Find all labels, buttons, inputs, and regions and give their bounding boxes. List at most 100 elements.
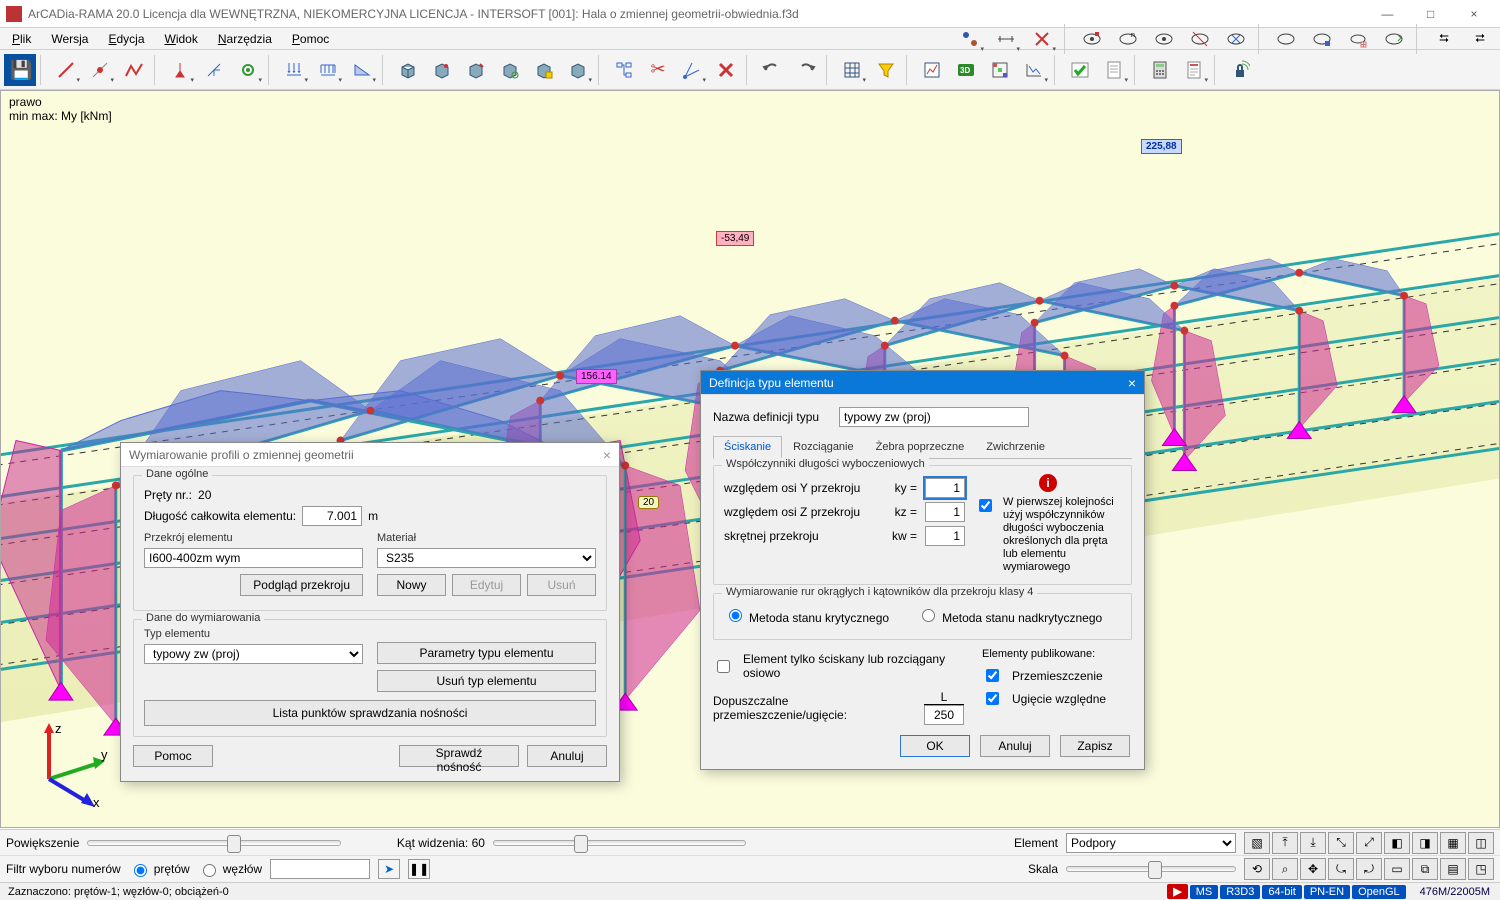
rb-3-icon[interactable]: ✥: [1300, 858, 1326, 880]
vis-group-1-icon[interactable]: ▾: [954, 23, 986, 55]
dialog-dim-close-icon[interactable]: ×: [603, 447, 611, 463]
radio-supercritical[interactable]: [922, 609, 935, 622]
cube-1-icon[interactable]: [392, 54, 424, 86]
draw-point-icon[interactable]: ▾: [84, 54, 116, 86]
eye-2-icon[interactable]: n: [1112, 23, 1144, 55]
undo-icon[interactable]: [756, 54, 788, 86]
rt-6-icon[interactable]: ◧: [1384, 832, 1410, 854]
rb-5-icon[interactable]: ⤾: [1356, 858, 1382, 880]
collapse-left-icon[interactable]: ⮀: [1428, 23, 1460, 55]
type-params-button[interactable]: Parametry typu elementu: [377, 642, 596, 664]
check-capacity-button[interactable]: Sprawdź nośność: [399, 745, 519, 767]
menu-narzedzia[interactable]: Narzędzia: [210, 30, 280, 48]
close-window-button[interactable]: ×: [1454, 4, 1494, 24]
type-delete-button[interactable]: Usuń typ elementu: [377, 670, 596, 692]
priority-coef-checkbox[interactable]: [979, 499, 992, 512]
rt-2-icon[interactable]: ⤒: [1272, 832, 1298, 854]
eye-3-icon[interactable]: [1148, 23, 1180, 55]
tree-icon[interactable]: [608, 54, 640, 86]
tab-sciskanie[interactable]: Ściskanie: [713, 436, 782, 459]
filter-pause-icon[interactable]: ❚❚: [408, 859, 430, 879]
ky-field[interactable]: [925, 478, 965, 498]
rb-9-icon[interactable]: ◳: [1468, 858, 1494, 880]
section-field[interactable]: [144, 548, 363, 568]
menu-edycja[interactable]: Edycja: [100, 30, 152, 48]
funnel-icon[interactable]: [870, 54, 902, 86]
eye-1-icon[interactable]: [1076, 23, 1108, 55]
publ-defl-checkbox[interactable]: [986, 692, 999, 705]
maximize-button[interactable]: □: [1411, 4, 1451, 24]
def-name-field[interactable]: [839, 407, 1029, 427]
lock-wifi-icon[interactable]: [1224, 54, 1256, 86]
material-select[interactable]: S235: [377, 548, 596, 568]
def-save-button[interactable]: Zapisz: [1060, 735, 1130, 757]
eye-8-icon[interactable]: [1378, 23, 1410, 55]
fov-slider[interactable]: [493, 840, 747, 846]
support-icon[interactable]: ▾: [164, 54, 196, 86]
rt-7-icon[interactable]: ◨: [1412, 832, 1438, 854]
zoom-slider[interactable]: [87, 840, 341, 846]
grid-color-icon[interactable]: [984, 54, 1016, 86]
rt-8-icon[interactable]: ▦: [1440, 832, 1466, 854]
eye-7-icon[interactable]: [1306, 23, 1338, 55]
collapse-right-icon[interactable]: ⮂: [1464, 23, 1496, 55]
menu-wersja[interactable]: Wersja: [43, 30, 96, 48]
filter-go-icon[interactable]: ➤: [378, 859, 400, 879]
check-icon[interactable]: [1064, 54, 1096, 86]
vis-delete-icon[interactable]: ▾: [1026, 23, 1058, 55]
kw-field[interactable]: [925, 526, 965, 546]
filter-input[interactable]: [270, 859, 370, 879]
rt-9-icon[interactable]: ◫: [1468, 832, 1494, 854]
chart-icon[interactable]: [916, 54, 948, 86]
rb-4-icon[interactable]: ⤿: [1328, 858, 1354, 880]
draw-polyline-icon[interactable]: [118, 54, 150, 86]
menu-plik[interactable]: Plik: [4, 30, 39, 48]
tab-rozciaganie[interactable]: Rozciąganie: [782, 436, 865, 459]
cube-6-icon[interactable]: ▾: [562, 54, 594, 86]
axial-only-checkbox[interactable]: [717, 660, 730, 673]
eye-6-icon[interactable]: [1270, 23, 1302, 55]
draw-line-red-icon[interactable]: ▾: [50, 54, 82, 86]
filter-bars-radio[interactable]: [134, 864, 147, 877]
scissors-icon[interactable]: ✂: [642, 54, 674, 86]
load-arrows-icon[interactable]: ▾: [278, 54, 310, 86]
report-icon[interactable]: ▾: [1178, 54, 1210, 86]
material-edit-button[interactable]: Edytuj: [452, 574, 521, 596]
rb-7-icon[interactable]: ⧉: [1412, 858, 1438, 880]
eye-5-icon[interactable]: [1220, 23, 1252, 55]
rt-1-icon[interactable]: ▧: [1244, 832, 1270, 854]
rb-8-icon[interactable]: ▤: [1440, 858, 1466, 880]
disp-denominator-field[interactable]: [924, 705, 964, 725]
scale-slider[interactable]: [1066, 866, 1236, 872]
table-icon[interactable]: ▾: [836, 54, 868, 86]
gear-icon[interactable]: ▾: [232, 54, 264, 86]
cube-5-icon[interactable]: [528, 54, 560, 86]
rb-1-icon[interactable]: ⟲: [1244, 858, 1270, 880]
dim-cancel-button[interactable]: Anuluj: [527, 745, 607, 767]
radio-critical[interactable]: [729, 609, 742, 622]
section-preview-button[interactable]: Podgląd przekroju: [240, 574, 363, 596]
tab-zebra[interactable]: Żebra poprzeczne: [865, 436, 976, 459]
calculator-icon[interactable]: [1144, 54, 1176, 86]
help-button[interactable]: Pomoc: [133, 745, 213, 767]
cube-4-icon[interactable]: [494, 54, 526, 86]
chart-down-icon[interactable]: ▾: [1018, 54, 1050, 86]
element-combo[interactable]: Podpory: [1066, 833, 1236, 853]
eye-4-icon[interactable]: [1184, 23, 1216, 55]
rt-5-icon[interactable]: ⤢: [1356, 832, 1382, 854]
badge-3d-icon[interactable]: 3D: [950, 54, 982, 86]
publ-disp-checkbox[interactable]: [986, 669, 999, 682]
tab-zwichrzenie[interactable]: Zwichrzenie: [975, 436, 1056, 459]
rt-3-icon[interactable]: ⤓: [1300, 832, 1326, 854]
menu-pomoc[interactable]: Pomoc: [284, 30, 337, 48]
vis-dimension-icon[interactable]: ▾: [990, 23, 1022, 55]
minimize-button[interactable]: —: [1367, 4, 1407, 24]
load-triangular-icon[interactable]: ▾: [346, 54, 378, 86]
filter-nodes-radio[interactable]: [203, 864, 216, 877]
save-button[interactable]: 💾: [4, 54, 36, 86]
dialog-def-close-icon[interactable]: ×: [1128, 375, 1136, 391]
material-new-button[interactable]: Nowy: [377, 574, 446, 596]
eye-grid-icon[interactable]: [1342, 23, 1374, 55]
offset-icon[interactable]: [198, 54, 230, 86]
cube-3-icon[interactable]: [460, 54, 492, 86]
